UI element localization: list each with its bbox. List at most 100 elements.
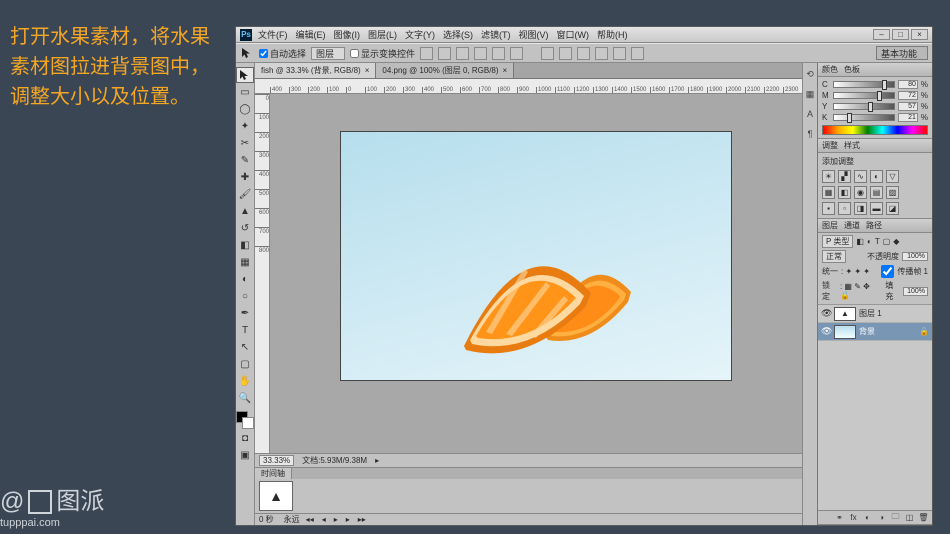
close-icon[interactable]: × — [503, 66, 508, 75]
history-icon[interactable]: ⟲ — [803, 67, 817, 81]
type-tool[interactable]: T — [236, 322, 254, 338]
align-icon[interactable] — [492, 47, 505, 60]
brush-tool[interactable]: 🖌 — [236, 186, 254, 202]
opacity-field[interactable]: 100% — [902, 252, 928, 261]
bw-icon[interactable]: ◧ — [838, 186, 851, 199]
gradient-tool[interactable]: ▦ — [236, 254, 254, 270]
slider-m[interactable] — [833, 92, 895, 99]
mask-icon[interactable]: ◐ — [862, 512, 873, 523]
distribute-icon[interactable] — [613, 47, 626, 60]
menu-filter[interactable]: 滤镜(T) — [481, 28, 511, 41]
path-tool[interactable]: ↖ — [236, 339, 254, 355]
layer-name[interactable]: 图层 1 — [859, 308, 882, 319]
fx-icon[interactable]: fx — [848, 512, 859, 523]
adjustment-icon[interactable]: ◑ — [876, 512, 887, 523]
mixer-icon[interactable]: ▤ — [870, 186, 883, 199]
distribute-icon[interactable] — [631, 47, 644, 60]
swatch-icon[interactable]: ▦ — [803, 87, 817, 101]
screenmode-tool[interactable]: ▣ — [236, 447, 254, 463]
menu-help[interactable]: 帮助(H) — [597, 28, 628, 41]
lasso-tool[interactable]: ◯ — [236, 101, 254, 117]
eyedropper-tool[interactable]: ✎ — [236, 152, 254, 168]
gradmap-icon[interactable]: ▬ — [870, 202, 883, 215]
paths-tab[interactable]: 路径 — [866, 220, 882, 231]
dodge-tool[interactable]: ○ — [236, 288, 254, 304]
document-tab[interactable]: fish @ 33.3% (背景, RGB/8)× — [255, 63, 376, 78]
new-layer-icon[interactable]: ◫ — [904, 512, 915, 523]
menu-edit[interactable]: 编辑(E) — [296, 28, 326, 41]
layer-name[interactable]: 背景 — [859, 326, 875, 337]
blur-tool[interactable]: ◐ — [236, 271, 254, 287]
quickmask-tool[interactable]: ◘ — [236, 430, 254, 446]
frame-duration[interactable]: 0 秒 — [259, 514, 274, 525]
selcolor-icon[interactable]: ◪ — [886, 202, 899, 215]
blend-mode-dropdown[interactable]: 正常 — [822, 250, 846, 263]
slider-y[interactable] — [833, 103, 895, 110]
menu-select[interactable]: 选择(S) — [443, 28, 473, 41]
layers-tab[interactable]: 图层 — [822, 220, 838, 231]
adjust-tab[interactable]: 调整 — [822, 140, 838, 151]
threshold-icon[interactable]: ◨ — [854, 202, 867, 215]
timeline-tab[interactable]: 时间轴 — [255, 468, 292, 479]
visibility-icon[interactable]: 👁 — [821, 326, 831, 337]
align-icon[interactable] — [420, 47, 433, 60]
visibility-icon[interactable]: 👁 — [821, 308, 831, 319]
color-tab[interactable]: 颜色 — [822, 64, 838, 75]
invert-icon[interactable]: ▪ — [822, 202, 835, 215]
color-swatches[interactable] — [236, 411, 254, 429]
slider-c[interactable] — [833, 81, 895, 88]
crop-tool[interactable]: ✂ — [236, 135, 254, 151]
trash-icon[interactable]: 🗑 — [918, 512, 929, 523]
pen-tool[interactable]: ✒ — [236, 305, 254, 321]
distribute-icon[interactable] — [577, 47, 590, 60]
move-tool[interactable] — [236, 67, 254, 83]
bg-swatch[interactable] — [242, 417, 254, 429]
styles-tab[interactable]: 样式 — [844, 140, 860, 151]
prev-button[interactable]: ◂ — [320, 515, 328, 524]
poster-icon[interactable]: ▫ — [838, 202, 851, 215]
levels-icon[interactable]: ▞ — [838, 170, 851, 183]
maximize-button[interactable]: □ — [892, 29, 909, 40]
align-icon[interactable] — [474, 47, 487, 60]
stamp-tool[interactable]: ▲ — [236, 203, 254, 219]
loop-dropdown[interactable]: 永远 — [284, 514, 300, 525]
marquee-tool[interactable]: ▭ — [236, 84, 254, 100]
close-button[interactable]: × — [911, 29, 928, 40]
para-icon[interactable]: ¶ — [803, 127, 817, 141]
vibrance-icon[interactable]: ▽ — [886, 170, 899, 183]
canvas-viewport[interactable] — [270, 94, 802, 453]
curves-icon[interactable]: ∿ — [854, 170, 867, 183]
document-tab[interactable]: 04.png @ 100% (图层 0, RGB/8)× — [376, 63, 514, 78]
layer-kind-dropdown[interactable]: P 类型 — [822, 235, 853, 248]
eraser-tool[interactable]: ◧ — [236, 237, 254, 253]
brightness-icon[interactable]: ☀ — [822, 170, 835, 183]
photo-filter-icon[interactable]: ◉ — [854, 186, 867, 199]
shape-tool[interactable]: ▢ — [236, 356, 254, 372]
prev-frame-button[interactable]: ◂◂ — [304, 515, 316, 524]
wand-tool[interactable]: ✦ — [236, 118, 254, 134]
minimize-button[interactable]: – — [873, 29, 890, 40]
auto-select-checkbox[interactable]: 自动选择 — [259, 47, 306, 60]
menu-layer[interactable]: 图层(L) — [368, 28, 397, 41]
lookup-icon[interactable]: ▨ — [886, 186, 899, 199]
play-button[interactable]: ▸ — [332, 515, 340, 524]
timeline-frame[interactable]: ▲ — [259, 481, 293, 511]
close-icon[interactable]: × — [365, 66, 370, 75]
workspace-dropdown[interactable]: 基本功能 — [876, 46, 928, 60]
align-icon[interactable] — [456, 47, 469, 60]
menu-view[interactable]: 视图(V) — [519, 28, 549, 41]
show-transform-checkbox[interactable]: 显示变换控件 — [350, 47, 415, 60]
hand-tool[interactable]: ✋ — [236, 373, 254, 389]
slider-k[interactable] — [833, 114, 895, 121]
folder-icon[interactable]: 🗀 — [890, 512, 901, 523]
canvas[interactable] — [341, 132, 731, 380]
channels-tab[interactable]: 通道 — [844, 220, 860, 231]
menu-window[interactable]: 窗口(W) — [557, 28, 590, 41]
distribute-icon[interactable] — [541, 47, 554, 60]
distribute-icon[interactable] — [559, 47, 572, 60]
zoom-field[interactable]: 33.33% — [259, 455, 294, 466]
link-icon[interactable]: ⚭ — [834, 512, 845, 523]
exposure-icon[interactable]: ◐ — [870, 170, 883, 183]
layer-row[interactable]: 👁 背景 🔒 — [818, 323, 932, 341]
spectrum-bar[interactable] — [822, 125, 928, 135]
